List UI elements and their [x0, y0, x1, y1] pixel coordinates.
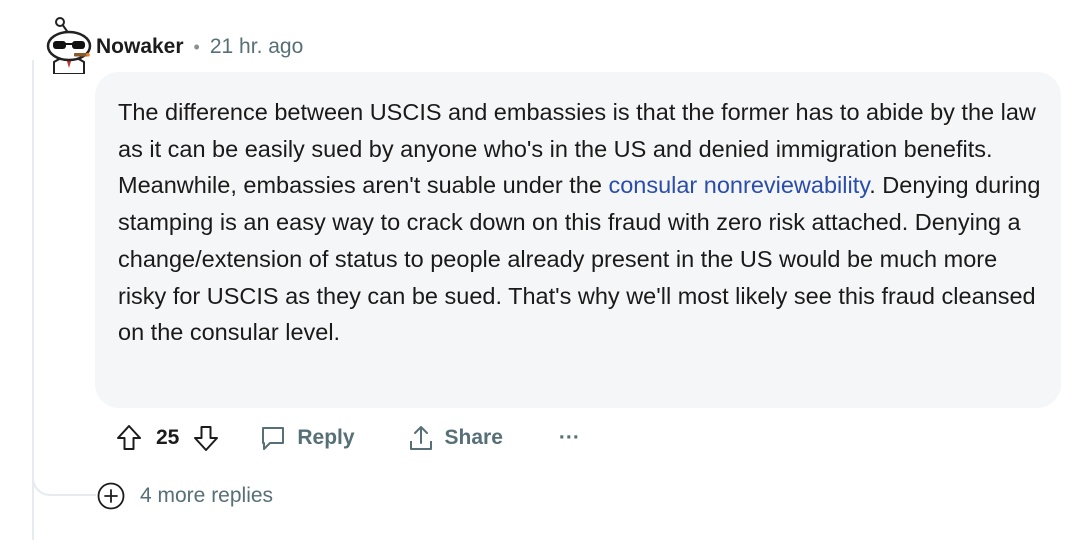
- more-options-button[interactable]: ···: [559, 426, 580, 450]
- share-upload-icon: [407, 424, 435, 452]
- share-label: Share: [444, 426, 503, 449]
- comment-actions: 25 Reply Share ···: [116, 420, 580, 456]
- more-replies-label: 4 more replies: [140, 484, 274, 507]
- more-replies-button[interactable]: 4 more replies: [96, 481, 273, 511]
- thread-line: [32, 60, 34, 540]
- plus-circle-icon: [96, 481, 126, 511]
- consular-nonreviewability-link[interactable]: consular nonreviewability: [608, 172, 869, 198]
- speech-bubble-icon: [259, 424, 287, 452]
- ellipsis-icon: ···: [558, 426, 580, 449]
- upvote-arrow-icon[interactable]: [116, 424, 142, 452]
- thread-branch-curve: [32, 470, 96, 496]
- reply-label: Reply: [297, 426, 355, 449]
- comment-body: The difference between USCIS and embassi…: [118, 94, 1043, 351]
- avatar[interactable]: [44, 16, 94, 75]
- downvote-arrow-icon[interactable]: [193, 424, 219, 452]
- vote-score: 25: [156, 426, 180, 449]
- timestamp[interactable]: 21 hr. ago: [210, 35, 303, 59]
- reply-button[interactable]: Reply: [259, 424, 355, 452]
- comment-header: Nowaker • 21 hr. ago: [96, 30, 303, 64]
- share-button[interactable]: Share: [407, 424, 503, 452]
- separator-dot: •: [193, 36, 200, 57]
- username[interactable]: Nowaker: [96, 35, 184, 59]
